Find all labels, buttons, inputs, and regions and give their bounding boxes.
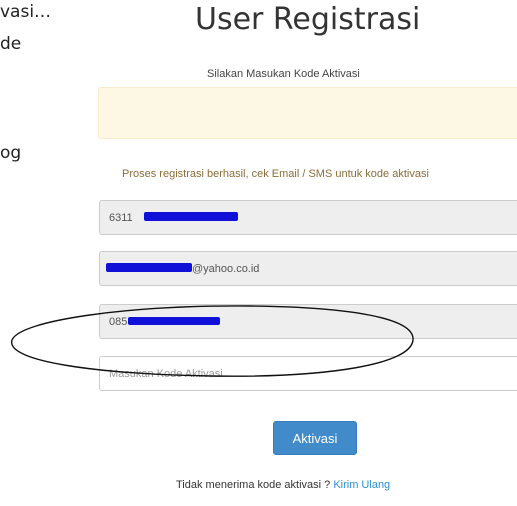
id-number-value: 6311 <box>109 212 133 224</box>
resend-prompt: Tidak menerima kode aktivasi ? Kirim Ula… <box>176 479 390 491</box>
id-number-field: 6311 <box>99 200 517 235</box>
redaction-mark <box>128 317 220 325</box>
page-subtitle: Silakan Masukan Kode Aktivasi <box>207 68 360 80</box>
redaction-mark <box>106 263 192 272</box>
phone-field: 085 <box>99 304 517 339</box>
cropped-text-fragment: og <box>0 143 22 163</box>
resend-link[interactable]: Kirim Ulang <box>333 479 390 491</box>
activate-button[interactable]: Aktivasi <box>273 421 357 455</box>
cropped-text-fragment: de <box>0 34 22 54</box>
resend-prompt-text: Tidak menerima kode aktivasi ? <box>176 479 334 491</box>
page-title: User Registrasi <box>195 2 421 37</box>
activation-code-field[interactable] <box>99 356 517 391</box>
success-alert-message: Proses registrasi berhasil, cek Email / … <box>122 168 429 180</box>
email-value: @yahoo.co.id <box>192 263 260 275</box>
phone-value: 085 <box>109 316 128 328</box>
redaction-mark <box>144 212 238 221</box>
cropped-text-fragment: vasi… <box>0 2 52 22</box>
success-alert <box>98 87 517 139</box>
activation-code-input[interactable] <box>100 357 517 390</box>
email-field: @yahoo.co.id <box>99 251 517 286</box>
